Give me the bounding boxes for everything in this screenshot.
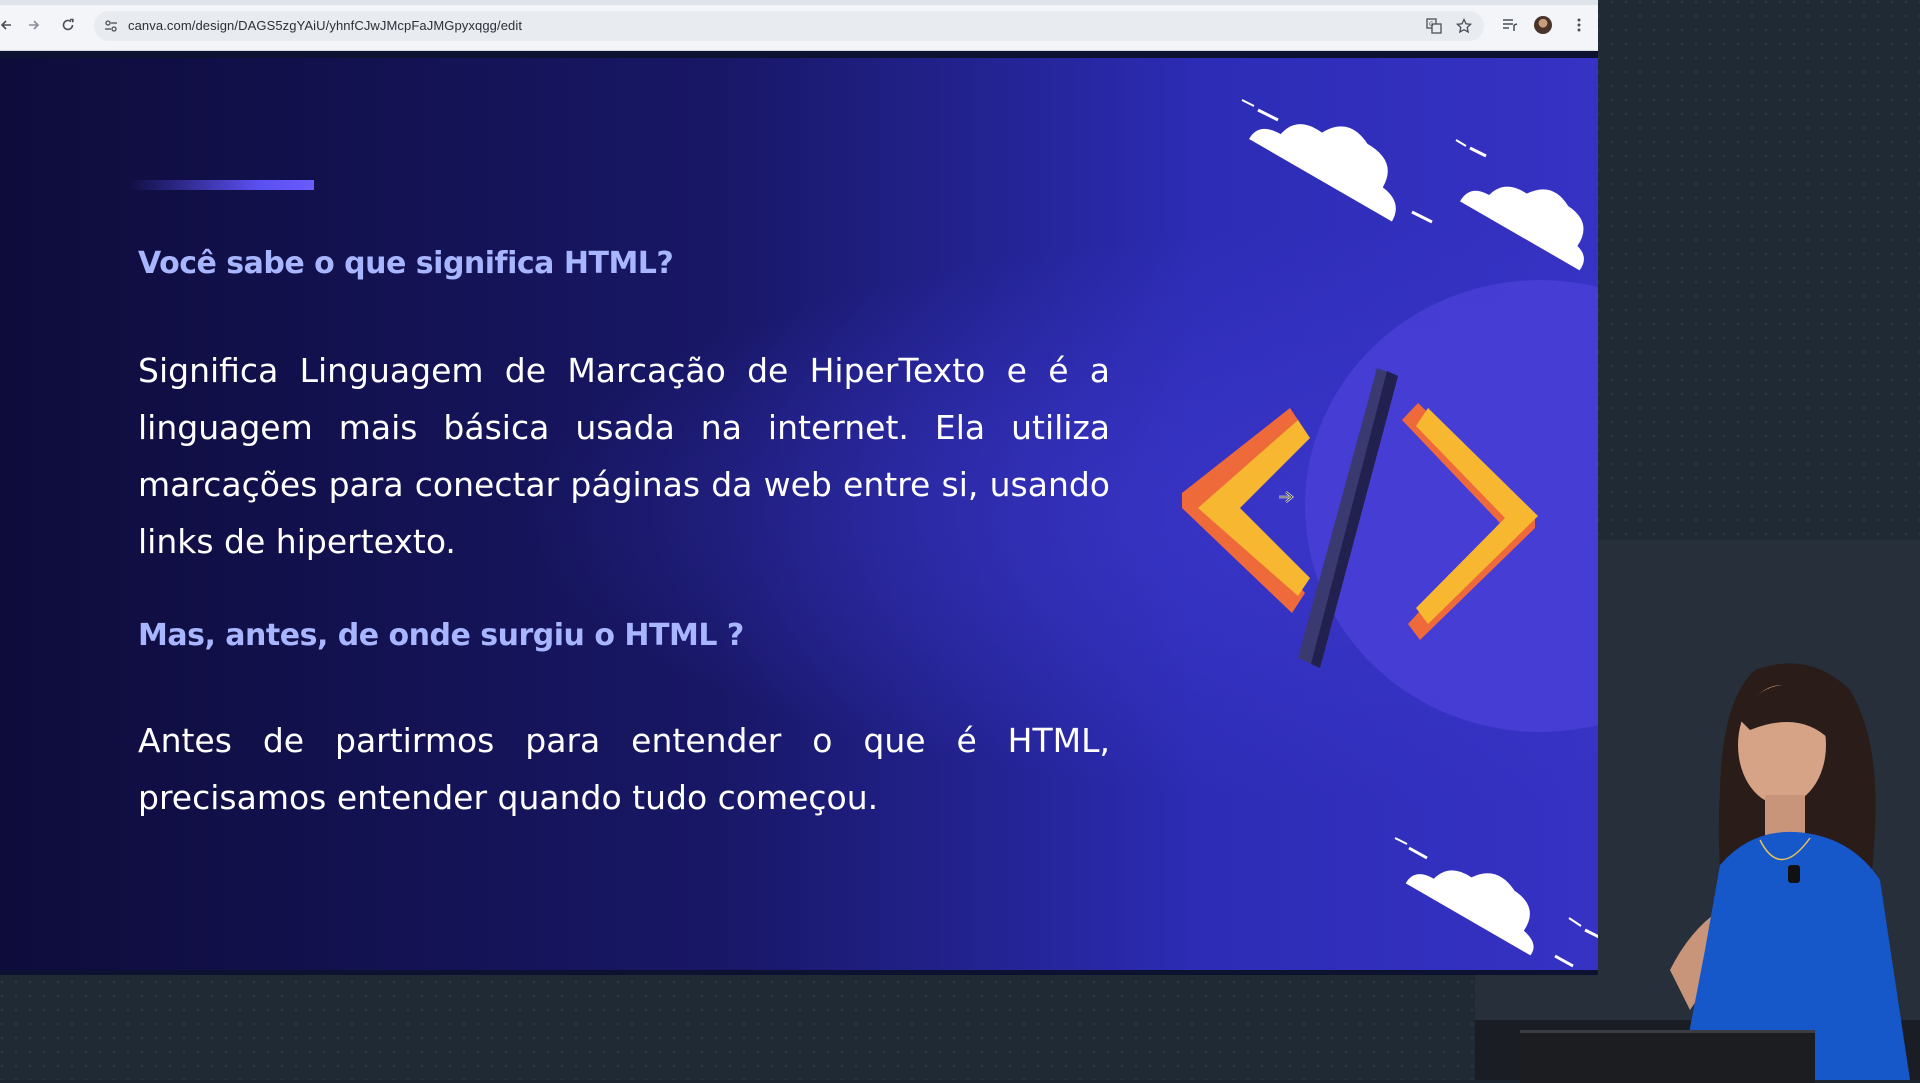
reload-icon[interactable]	[58, 15, 78, 35]
presenter-image	[1670, 663, 1910, 1080]
browser-toolbar: canva.com/design/DAGS5zgYAiU/yhnfCJwJMcp…	[0, 0, 1598, 51]
avatar[interactable]	[1534, 16, 1552, 34]
site-settings-icon[interactable]	[102, 17, 120, 35]
cloud-icon	[1241, 99, 1433, 224]
accent-bar	[128, 180, 314, 190]
browser-window: canva.com/design/DAGS5zgYAiU/yhnfCJwJMcp…	[0, 0, 1598, 975]
presentation-slide[interactable]: Você sabe o que significa HTML? Signific…	[0, 58, 1598, 970]
forward-arrow-icon[interactable]	[24, 15, 44, 35]
cloud-icon	[1394, 837, 1598, 968]
code-brackets-icon	[1182, 368, 1538, 668]
pointer-cursor-icon	[1279, 491, 1294, 503]
laptop	[1520, 1030, 1815, 1083]
svg-text:G: G	[1429, 21, 1434, 28]
paragraph-1: Significa Linguagem de Marcação de Hiper…	[138, 351, 1110, 561]
address-bar[interactable]: canva.com/design/DAGS5zgYAiU/yhnfCJwJMcp…	[94, 11, 1484, 41]
url-text[interactable]: canva.com/design/DAGS5zgYAiU/yhnfCJwJMcp…	[128, 18, 522, 33]
question-heading-1: Você sabe o que significa HTML?	[138, 246, 674, 281]
back-arrow-icon[interactable]	[0, 15, 16, 35]
cloud-icon	[1455, 139, 1584, 271]
star-icon[interactable]	[1454, 16, 1474, 36]
question-heading-2: Mas, antes, de onde surgiu o HTML ?	[138, 618, 744, 653]
media-controls-icon[interactable]	[1500, 15, 1520, 35]
translate-icon[interactable]: G	[1424, 16, 1444, 36]
kebab-menu-icon[interactable]	[1569, 15, 1589, 35]
tab-strip	[0, 0, 1598, 5]
paragraph-2: Antes de partirmos para entender o que é…	[138, 721, 1110, 817]
